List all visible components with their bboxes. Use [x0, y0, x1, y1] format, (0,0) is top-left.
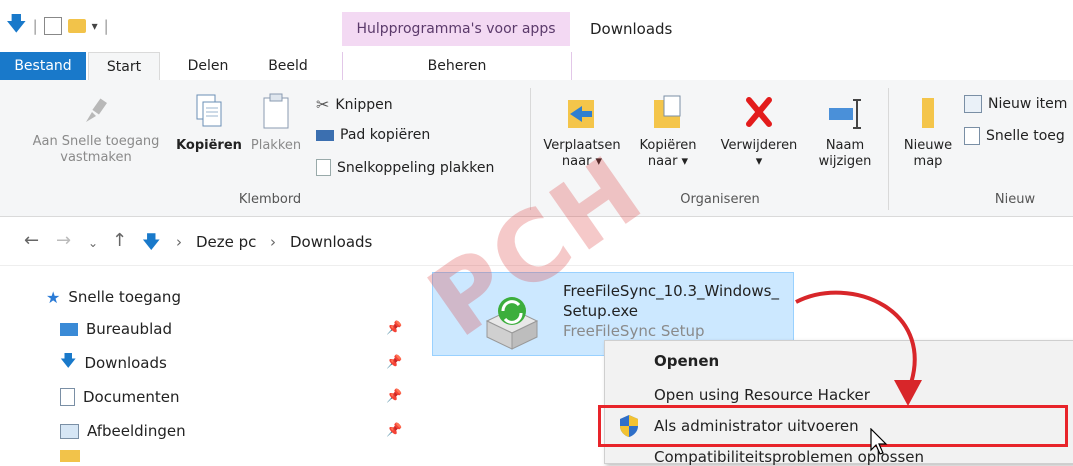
- folder-icon[interactable]: [67, 19, 86, 33]
- mouse-cursor-icon: [870, 428, 888, 455]
- pin-label-line2: vastmaken: [60, 150, 132, 165]
- quick-access-toolbar: 🡇 | ▾ |: [6, 11, 109, 38]
- paste-label: Plakken: [250, 138, 302, 153]
- nav-item-pictures[interactable]: Afbeeldingen: [60, 418, 186, 444]
- star-icon: ★: [46, 287, 61, 307]
- tab-bestand[interactable]: Bestand: [0, 52, 86, 80]
- rename-icon: [829, 99, 861, 129]
- tab-start[interactable]: Start: [88, 52, 160, 81]
- back-arrow-icon[interactable]: ←: [24, 230, 39, 251]
- scissors-icon: ✂: [316, 95, 330, 114]
- nav-item-desktop[interactable]: Bureaublad: [60, 316, 172, 342]
- separator: |: [103, 17, 109, 35]
- qat-dropdown-icon[interactable]: ▾: [92, 19, 98, 33]
- breadcrumb-separator[interactable]: ›: [176, 233, 182, 251]
- new-item-button[interactable]: Nieuw item: [964, 95, 1067, 113]
- file-name-line1: FreeFileSync_10.3_Windows_: [563, 282, 779, 300]
- easy-access-button[interactable]: Snelle toeg: [964, 127, 1065, 145]
- shortcut-icon: [316, 159, 331, 176]
- breadcrumb-this-pc[interactable]: Deze pc: [196, 233, 256, 251]
- pin-icon[interactable]: 📌: [386, 389, 402, 404]
- menu-item-open[interactable]: Openen: [654, 352, 719, 370]
- context-tab-app-tools[interactable]: Hulpprogramma's voor apps: [342, 12, 570, 46]
- copy-path-button[interactable]: Pad kopiëren: [316, 127, 430, 143]
- properties-icon[interactable]: [43, 17, 62, 35]
- pin-icon[interactable]: 📌: [386, 355, 402, 370]
- annotation-arrow: [795, 290, 922, 406]
- nav-item-downloads[interactable]: 🡇 Downloads: [60, 350, 167, 376]
- delete-button[interactable]: Verwijderen ▾: [706, 92, 812, 170]
- copy-label: Kopiëren: [176, 138, 242, 153]
- breadcrumb-downloads[interactable]: Downloads: [290, 233, 372, 251]
- breadcrumb-separator[interactable]: ›: [270, 233, 276, 251]
- copy-to-button[interactable]: Kopiëren naar ▾: [632, 92, 704, 170]
- copy-button[interactable]: Kopiëren: [174, 92, 244, 154]
- downloads-location-icon: 🡇: [142, 232, 161, 253]
- nav-item-label: Snelle toegang: [68, 288, 181, 306]
- delete-label-line1: Verwijderen: [720, 138, 798, 153]
- pin-quick-access-button[interactable]: Aan Snelle toegang vastmaken: [20, 92, 172, 166]
- tab-delen[interactable]: Delen: [176, 52, 240, 80]
- group-label-clipboard: Klembord: [238, 192, 302, 207]
- document-icon: [60, 388, 75, 406]
- up-arrow-icon[interactable]: ↑: [112, 230, 127, 251]
- recent-locations-icon[interactable]: ⌄: [88, 236, 98, 250]
- nav-item-label: Downloads: [84, 354, 167, 372]
- nav-item-label: Afbeeldingen: [87, 422, 186, 440]
- paste-shortcut-label: Snelkoppeling plakken: [337, 159, 495, 176]
- pictures-icon: [60, 423, 79, 439]
- nav-item-label: Documenten: [83, 388, 180, 406]
- copy-path-label: Pad kopiëren: [340, 127, 431, 143]
- rename-button[interactable]: Naam wijzigen: [808, 92, 882, 170]
- copy-folder-icon: [654, 95, 681, 128]
- forward-arrow-icon[interactable]: →: [56, 230, 71, 251]
- new-item-icon: [964, 95, 982, 113]
- new-folder-label-line2: map: [913, 154, 943, 169]
- nav-item-quick-access[interactable]: ★ Snelle toegang: [46, 284, 181, 310]
- copy-icon: [196, 94, 222, 127]
- nav-item-documents[interactable]: Documenten: [60, 384, 179, 410]
- desktop-icon: [60, 322, 78, 336]
- new-folder-button[interactable]: Nieuwe map: [892, 92, 964, 170]
- pin-icon[interactable]: 📌: [386, 423, 402, 438]
- nav-item-label: Bureaublad: [86, 320, 172, 338]
- file-text: FreeFileSync_10.3_Windows_ Setup.exe Fre…: [563, 281, 779, 341]
- tab-beheren[interactable]: Beheren: [342, 52, 572, 80]
- copy-to-label-line1: Kopiëren: [639, 138, 697, 153]
- tab-beeld[interactable]: Beeld: [255, 52, 321, 80]
- pin-label-line1: Aan Snelle toegang: [32, 134, 160, 149]
- file-name-line2: Setup.exe: [563, 302, 639, 320]
- download-arrow-icon: 🡇: [60, 350, 77, 370]
- copy-to-label-line2: naar ▾: [647, 154, 689, 169]
- rename-label-line2: wijzigen: [818, 154, 872, 169]
- down-arrow-icon[interactable]: 🡇: [6, 9, 27, 43]
- new-folder-label-line1: Nieuwe: [903, 138, 953, 153]
- file-description: FreeFileSync Setup: [563, 322, 705, 340]
- cut-button[interactable]: ✂ Knippen: [316, 95, 393, 114]
- move-folder-icon: [568, 100, 594, 128]
- group-label-new: Nieuw: [994, 192, 1036, 207]
- clipboard-icon: [263, 93, 289, 129]
- new-item-label: Nieuw item: [988, 96, 1068, 112]
- path-icon: [316, 129, 334, 141]
- cut-label: Knippen: [335, 96, 393, 113]
- ribbon-divider: [888, 88, 889, 210]
- easy-access-label: Snelle toeg: [986, 128, 1065, 144]
- separator: |: [32, 17, 38, 35]
- paste-button[interactable]: Plakken: [246, 92, 306, 154]
- window-title: Downloads: [590, 20, 673, 38]
- paste-shortcut-button[interactable]: Snelkoppeling plakken: [316, 159, 494, 176]
- delete-label-line2: ▾: [755, 154, 763, 169]
- easy-access-icon: [964, 127, 980, 145]
- pin-icon[interactable]: 📌: [386, 321, 402, 336]
- new-folder-icon: [922, 98, 934, 128]
- folder-icon: [60, 450, 80, 462]
- rename-label-line1: Naam: [825, 138, 865, 153]
- pin-icon: [86, 98, 107, 122]
- delete-x-icon: [746, 97, 772, 127]
